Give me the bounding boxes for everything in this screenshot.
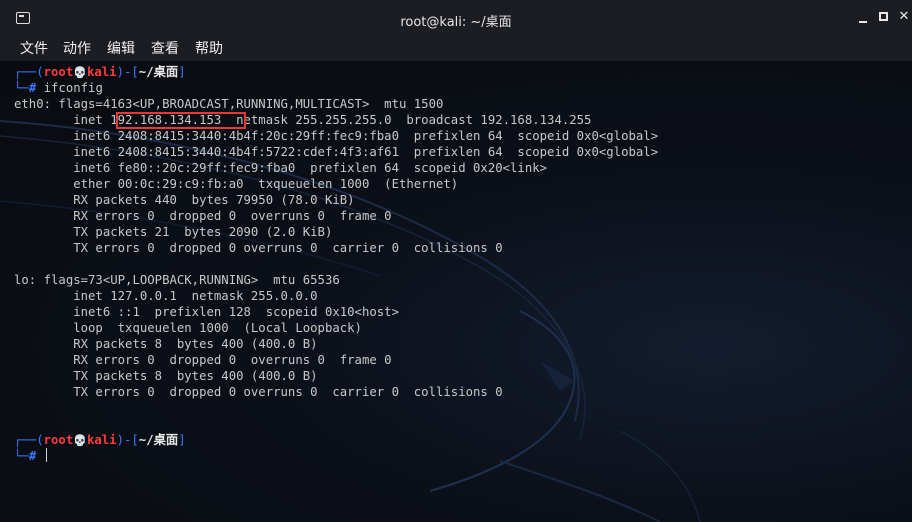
prompt-separator: )-[ — [116, 433, 139, 447]
terminal-area[interactable]: ┌──(root💀kali)-[~/桌面] └─# ifconfig eth0:… — [0, 61, 912, 522]
menu-edit[interactable]: 编辑 — [107, 39, 135, 59]
command-line: └─# ifconfig — [14, 80, 103, 96]
output-line: inet 127.0.0.1 netmask 255.0.0.0 — [14, 289, 318, 303]
skull-icon: 💀 — [73, 434, 87, 447]
maximize-icon[interactable] — [877, 10, 891, 24]
close-icon[interactable]: ✕ — [897, 10, 911, 24]
prompt-user: root — [43, 433, 74, 447]
text-cursor — [45, 448, 47, 462]
prompt-hash: # — [28, 449, 37, 463]
output-line: TX errors 0 dropped 0 overruns 0 carrier… — [14, 385, 503, 399]
prompt-top-line: ┌──(root💀kali)-[~/桌面] — [14, 64, 186, 81]
menu-file[interactable]: 文件 — [20, 39, 48, 59]
menu-help[interactable]: 帮助 — [195, 39, 223, 59]
menu-action[interactable]: 动作 — [63, 39, 91, 59]
output-line: RX packets 8 bytes 400 (400.0 B) — [14, 337, 318, 351]
output-line: inet6 ::1 prefixlen 128 scopeid 0x10<hos… — [14, 305, 399, 319]
ip-highlight-box — [116, 112, 246, 129]
output-line: eth0: flags=4163<UP,BROADCAST,RUNNING,MU… — [14, 97, 444, 111]
prompt-host: kali — [86, 433, 117, 447]
minimize-icon[interactable] — [856, 10, 870, 24]
prompt-end: ] — [178, 433, 186, 447]
prompt-frame: ┌──( — [14, 433, 44, 447]
prompt-hash: # — [28, 81, 37, 95]
skull-icon: 💀 — [73, 66, 87, 79]
prompt-separator: )-[ — [116, 65, 139, 79]
output-line: TX packets 8 bytes 400 (400.0 B) — [14, 369, 318, 383]
menu-bar: 文件 动作 编辑 查看 帮助 — [0, 38, 912, 61]
prompt-bottom-frame: └─ — [14, 449, 29, 463]
output-line: lo: flags=73<UP,LOOPBACK,RUNNING> mtu 65… — [14, 273, 340, 287]
command-text: ifconfig — [43, 81, 103, 95]
output-line: RX packets 440 bytes 79950 (78.0 KiB) — [14, 193, 355, 207]
prompt-host: kali — [86, 65, 117, 79]
prompt-end: ] — [178, 65, 186, 79]
menu-view[interactable]: 查看 — [151, 39, 179, 59]
terminal-window: root@kali: ~/桌面 ✕ 文件 动作 编辑 查看 帮助 ┌──(roo… — [0, 0, 912, 522]
output-line: inet6 fe80::20c:29ff:fec9:fba0 prefixlen… — [14, 161, 548, 175]
prompt-bottom-frame: └─ — [14, 81, 29, 95]
prompt-user: root — [43, 65, 74, 79]
prompt-path: ~/桌面 — [138, 433, 179, 447]
output-line: RX errors 0 dropped 0 overruns 0 frame 0 — [14, 353, 392, 367]
window-title: root@kali: ~/桌面 — [400, 15, 512, 30]
output-line: ether 00:0c:29:c9:fb:a0 txqueuelen 1000 … — [14, 177, 459, 191]
output-line: inet 192.168.134.153 netmask 255.255.255… — [14, 113, 592, 127]
input-line[interactable]: └─# — [14, 448, 47, 464]
prompt-frame: ┌──( — [14, 65, 44, 79]
output-line: TX errors 0 dropped 0 overruns 0 carrier… — [14, 241, 503, 255]
prompt-top-line: ┌──(root💀kali)-[~/桌面] — [14, 432, 186, 449]
output-line: TX packets 21 bytes 2090 (2.0 KiB) — [14, 225, 333, 239]
output-line: loop txqueuelen 1000 (Local Loopback) — [14, 321, 362, 335]
title-bar[interactable]: root@kali: ~/桌面 ✕ — [0, 0, 912, 38]
prompt-path: ~/桌面 — [138, 65, 179, 79]
output-line: RX errors 0 dropped 0 overruns 0 frame 0 — [14, 209, 392, 223]
output-line: inet6 2408:8415:3440:4b4f:20c:29ff:fec9:… — [14, 129, 659, 143]
output-line: inet6 2408:8415:3440:4b4f:5722:cdef:4f3:… — [14, 145, 659, 159]
